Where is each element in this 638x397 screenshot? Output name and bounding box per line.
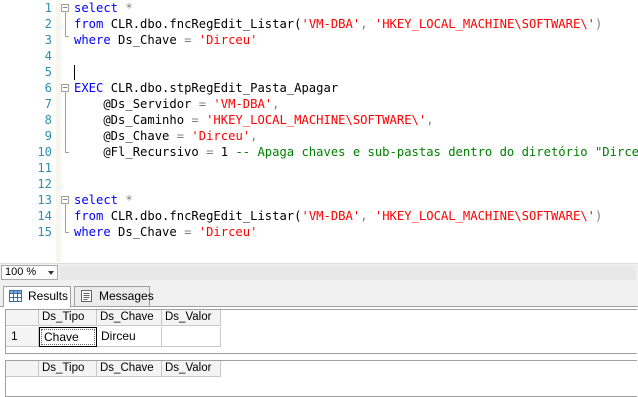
outline-guide	[65, 204, 66, 232]
row-header-corner	[6, 310, 39, 326]
line-number: 7	[44, 97, 52, 111]
tab-results[interactable]: Results	[3, 286, 71, 307]
editor-status-bar: 100 %	[0, 263, 638, 282]
results-pane: Ds_Tipo Ds_Chave Ds_Valor 1 Chave Dirceu…	[0, 307, 638, 397]
results-grid[interactable]: Ds_Tipo Ds_Chave Ds_Valor	[5, 360, 637, 397]
tab-results-label: Results	[28, 289, 69, 303]
line-number: 15	[37, 225, 52, 239]
column-header[interactable]: Ds_Valor	[162, 361, 221, 377]
chevron-down-icon	[48, 271, 54, 275]
table-cell[interactable]	[162, 327, 221, 347]
tab-messages[interactable]: Messages	[74, 286, 154, 306]
column-header[interactable]: Ds_Valor	[162, 310, 221, 326]
table-cell[interactable]: Dirceu	[97, 327, 162, 347]
code-line: select *	[74, 193, 133, 207]
code-line: @Ds_Servidor = 'VM-DBA',	[74, 97, 280, 111]
line-number: 5	[44, 65, 52, 79]
change-tracking-margin	[56, 0, 61, 262]
collapse-icon[interactable]: −	[61, 4, 69, 12]
column-header[interactable]: Ds_Tipo	[39, 310, 97, 326]
line-number: 9	[44, 129, 52, 143]
code-line: @Ds_Chave = 'Dirceu',	[74, 129, 258, 143]
collapse-icon[interactable]: −	[61, 84, 69, 92]
outline-end	[65, 36, 69, 37]
line-number: 3	[44, 33, 52, 47]
code-line: from CLR.dbo.fncRegEdit_Listar('VM-DBA',…	[74, 209, 603, 223]
column-header[interactable]: Ds_Chave	[97, 361, 162, 377]
zoom-value: 100 %	[5, 266, 37, 278]
tab-messages-label: Messages	[99, 289, 154, 303]
line-number: 13	[37, 193, 52, 207]
row-number[interactable]: 1	[6, 327, 39, 347]
line-number: 8	[44, 113, 52, 127]
query-editor[interactable]: 1 2 3 4 5 6 7 8 9 10 11 12 13 14 15 − − …	[0, 0, 638, 262]
line-number: 12	[37, 177, 52, 191]
code-line: where Ds_Chave = 'Dirceu'	[74, 33, 258, 47]
grid-icon	[9, 290, 22, 302]
code-line: @Fl_Recursivo = 1 -- Apaga chaves e sub-…	[74, 145, 638, 159]
line-number: 1	[44, 1, 52, 15]
zoom-dropdown[interactable]: 100 %	[1, 265, 58, 280]
horizontal-scrollbar[interactable]	[60, 266, 636, 280]
outline-guide	[65, 12, 66, 36]
line-number: 14	[37, 209, 52, 223]
line-number: 11	[37, 161, 52, 175]
collapse-icon[interactable]: −	[61, 196, 69, 204]
code-line: EXEC CLR.dbo.stpRegEdit_Pasta_Apagar	[74, 81, 339, 95]
code-line: @Ds_Caminho = 'HKEY_LOCAL_MACHINE\SOFTWA…	[74, 113, 434, 127]
row-header-corner	[6, 361, 39, 377]
results-grid[interactable]: Ds_Tipo Ds_Chave Ds_Valor 1 Chave Dirceu	[5, 309, 637, 354]
line-number-gutter: 1 2 3 4 5 6 7 8 9 10 11 12 13 14 15	[0, 0, 56, 262]
results-tab-strip: Results Messages	[0, 282, 638, 307]
outline-guide	[65, 92, 66, 152]
outline-end	[65, 232, 69, 233]
column-header[interactable]: Ds_Tipo	[39, 361, 97, 377]
line-number: 6	[44, 81, 52, 95]
outline-end	[65, 152, 69, 153]
code-line: select *	[74, 1, 133, 15]
line-number: 2	[44, 17, 52, 31]
messages-icon	[81, 290, 92, 302]
table-cell[interactable]: Chave	[39, 327, 97, 347]
line-number: 10	[37, 145, 52, 159]
text-cursor	[74, 65, 75, 80]
code-line: where Ds_Chave = 'Dirceu'	[74, 225, 258, 239]
column-header[interactable]: Ds_Chave	[97, 310, 162, 326]
code-line: from CLR.dbo.fncRegEdit_Listar('VM-DBA',…	[74, 17, 603, 31]
line-number: 4	[44, 49, 52, 63]
